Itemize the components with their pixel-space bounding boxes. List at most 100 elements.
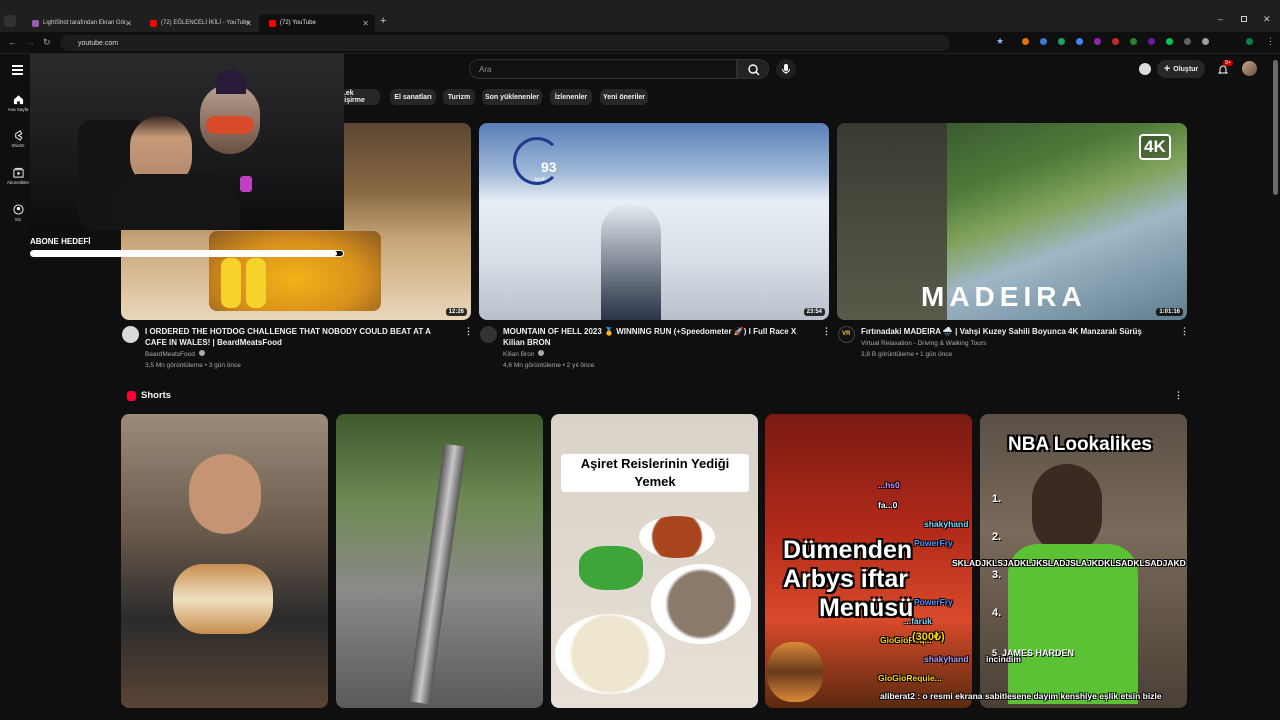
short-thumbnail[interactable]: [121, 414, 328, 708]
video-title[interactable]: MOUNTAIN OF HELL 2023 🥇 WINNING RUN (+Sp…: [503, 326, 808, 348]
create-button[interactable]: + Oluştur: [1157, 60, 1205, 78]
close-window-icon[interactable]: ✕: [1263, 14, 1271, 25]
channel-name[interactable]: BeardMeatsFood: [145, 349, 205, 360]
chat-user: GioGioRequie...: [878, 673, 942, 683]
extension-icon[interactable]: [1184, 38, 1191, 45]
chat-user: ...faruk: [904, 616, 932, 626]
video-thumbnail[interactable]: 93 km/h 23:54: [479, 123, 829, 320]
microphone-icon: [782, 64, 790, 74]
video-title[interactable]: Fırtınadaki MADEIRA 🌧️ | Vahşi Kuzey Sah…: [861, 326, 1171, 337]
short-thumbnail[interactable]: Aşiret Reislerinin Yediği Yemek: [551, 414, 758, 708]
voice-search-button[interactable]: [776, 59, 796, 79]
extension-icon[interactable]: [1076, 38, 1083, 45]
more-actions-icon[interactable]: ⋮: [822, 326, 831, 337]
chat-user: shakyhand: [924, 519, 969, 529]
short-thumbnail[interactable]: [336, 414, 543, 708]
close-tab-icon[interactable]: ✕: [362, 19, 369, 28]
maximize-icon[interactable]: [1241, 16, 1247, 22]
extension-icon[interactable]: [1040, 38, 1047, 45]
sidebar-item-you[interactable]: Siz: [3, 204, 33, 222]
subscriber-goal-bar: [30, 250, 344, 257]
shorts-icon: [14, 130, 22, 141]
short-caption: Aşiret Reislerinin Yediği Yemek: [561, 454, 749, 492]
tab-list-menu-button[interactable]: [4, 15, 16, 27]
subscriber-goal-fill: [31, 251, 337, 256]
channel-name[interactable]: Kilian Bron: [503, 349, 545, 360]
thumbnail-burger-image: [767, 642, 823, 702]
reload-icon[interactable]: ↻: [43, 37, 51, 48]
thumbnail-overlay-text: MADEIRA: [921, 281, 1087, 312]
channel-avatar[interactable]: VR: [838, 326, 855, 343]
thumbnail-corn-image: [221, 258, 241, 308]
chip-recent[interactable]: Son yüklenenler: [482, 89, 542, 105]
extension-icon[interactable]: [1130, 38, 1137, 45]
video-title[interactable]: I ORDERED THE HOTDOG CHALLENGE THAT NOBO…: [145, 326, 450, 348]
extension-icon[interactable]: [1112, 38, 1119, 45]
extension-icon[interactable]: [1148, 38, 1155, 45]
lightshot-favicon-icon: [32, 19, 39, 27]
youtube-favicon-icon: [269, 19, 276, 27]
extension-icon[interactable]: [1094, 38, 1101, 45]
profile-icon[interactable]: [1246, 38, 1253, 45]
chip-cooking[interactable]: ...ek pişirme: [340, 89, 380, 105]
video-thumbnail[interactable]: 4K MADEIRA 1:01:16: [837, 123, 1187, 320]
chip-tourism[interactable]: Turizm: [443, 89, 475, 105]
extension-icon[interactable]: [1058, 38, 1065, 45]
extension-icon[interactable]: [1166, 38, 1173, 45]
youtube-favicon-icon: [150, 19, 157, 27]
browser-tab[interactable]: LightShot tarafından Ekran Gör... ✕: [22, 14, 138, 32]
subscriber-goal-label: ABONE HEDEFİ: [30, 237, 91, 246]
shorts-logo-icon: [127, 391, 136, 401]
sidebar-item-home[interactable]: Ana Sayfa: [3, 94, 33, 112]
forward-icon[interactable]: →: [26, 37, 35, 47]
chat-user: PowerFry: [914, 597, 953, 607]
browser-tab-active[interactable]: (72) YouTube ✕: [259, 14, 375, 32]
chat-user: ...hs0: [878, 480, 900, 490]
chat-message: incindim: [986, 654, 1021, 664]
channel-avatar[interactable]: [480, 326, 497, 343]
sidebar-item-subscriptions[interactable]: Abonelikler: [3, 167, 33, 185]
short-caption: Dümenden Arbys iftar Menüsü: [783, 536, 914, 622]
shorts-more-icon[interactable]: ⋮: [1174, 390, 1183, 401]
verified-icon: [538, 350, 545, 356]
search-icon: [748, 64, 760, 76]
page-scrollbar[interactable]: [1273, 60, 1278, 195]
thumbnail-yogurt-bowl: [555, 614, 665, 694]
plus-icon: +: [1163, 63, 1171, 75]
new-tab-icon[interactable]: +: [380, 15, 386, 27]
video-stats: 3,5 Mn görüntüleme • 3 gün önce: [145, 362, 241, 369]
minimize-icon[interactable]: –: [1218, 14, 1223, 24]
thumbnail-sandwich-image: [173, 564, 273, 634]
more-actions-icon[interactable]: ⋮: [464, 326, 473, 337]
close-tab-icon[interactable]: ✕: [125, 19, 132, 28]
video-duration: 23:54: [803, 308, 825, 316]
browser-toolbar: ← → ↻ youtube.com ★: [0, 32, 1280, 54]
extensions-puzzle-icon[interactable]: [1202, 38, 1209, 45]
subscriptions-icon: [12, 167, 24, 178]
channel-avatar[interactable]: [122, 326, 139, 343]
close-tab-icon[interactable]: ✕: [245, 19, 252, 28]
channel-name[interactable]: Virtual Relaxation - Driving & Walking T…: [861, 338, 986, 349]
menu-hamburger-icon[interactable]: [12, 65, 23, 75]
bookmark-star-icon[interactable]: ★: [996, 36, 1004, 47]
extension-icon[interactable]: [1022, 38, 1029, 45]
browser-tab[interactable]: (72) EĞLENCELİ İKİLİ - YouTube ✕: [140, 14, 258, 32]
studio-icon[interactable]: [1139, 63, 1151, 75]
account-avatar[interactable]: [1242, 61, 1257, 76]
notification-badge: 9+: [1223, 60, 1233, 66]
chip-watched[interactable]: İzlenenler: [550, 89, 592, 105]
chip-new-suggestions[interactable]: Yeni öneriler: [600, 89, 648, 105]
search-input[interactable]: Ara: [469, 59, 737, 79]
notifications-bell-icon[interactable]: 9+: [1217, 60, 1233, 75]
back-icon[interactable]: ←: [8, 37, 17, 47]
search-button[interactable]: [737, 59, 769, 79]
video-stats: 4,6 Mn görüntüleme • 2 yıl önce: [503, 362, 595, 369]
address-bar[interactable]: youtube.com: [60, 35, 950, 51]
thumbnail-peppers: [579, 546, 643, 590]
thumbnail-meat-plate: [651, 564, 751, 644]
sidebar-item-shorts[interactable]: Shorts: [3, 130, 33, 148]
browser-menu-icon[interactable]: ⋮: [1266, 36, 1275, 47]
webcam-mohawk: [216, 70, 246, 94]
chip-crafts[interactable]: El sanatları: [390, 89, 436, 105]
more-actions-icon[interactable]: ⋮: [1180, 326, 1189, 337]
